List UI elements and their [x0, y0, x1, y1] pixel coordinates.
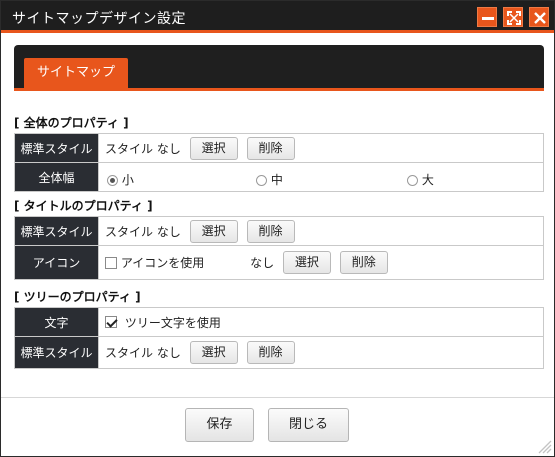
title-style-value: スタイル なし	[105, 224, 181, 239]
tree-text-checkbox[interactable]	[105, 316, 117, 328]
global-style-value: スタイル なし	[105, 141, 181, 156]
radio-small[interactable]	[107, 175, 118, 186]
tab-sitemap[interactable]: サイトマップ	[24, 58, 128, 88]
icon-use-checkbox[interactable]	[105, 256, 117, 269]
section-title-tree: [ ツリーのプロパティ ]	[14, 290, 141, 304]
tree-style-select-button[interactable]: 選択	[189, 341, 238, 364]
expand-icon	[507, 11, 521, 25]
title-style-label: 標準スタイル	[14, 216, 99, 246]
radio-medium[interactable]	[256, 175, 267, 186]
tree-text-checkbox-label: ツリー文字を使用	[124, 315, 221, 330]
global-style-select-button[interactable]: 選択	[189, 136, 238, 160]
radio-large[interactable]	[407, 175, 418, 186]
tree-style-label: 標準スタイル	[14, 336, 99, 369]
title-bar[interactable]: サイトマップデザイン設定	[1, 1, 554, 33]
tree-style-value: スタイル なし	[105, 346, 181, 360]
footer-divider	[1, 397, 554, 398]
title-style-select-button[interactable]: 選択	[189, 219, 238, 243]
resize-grip-icon[interactable]	[536, 438, 552, 454]
tree-style-delete-button[interactable]: 削除	[246, 341, 295, 364]
title-icon-select-button[interactable]: 選択	[282, 251, 331, 274]
title-icon-label: アイコン	[14, 245, 99, 280]
maximize-button[interactable]	[503, 7, 523, 27]
minimize-icon	[482, 17, 494, 20]
title-style-delete-button[interactable]: 削除	[246, 219, 295, 243]
window-title: サイトマップデザイン設定	[12, 11, 186, 27]
width-option-large[interactable]: 大	[407, 171, 434, 188]
dialog-window: サイトマップデザイン設定 サイトマップ [ 全体のプロパティ ] 標準スタイル …	[0, 0, 555, 457]
width-option-small[interactable]: 小	[107, 171, 134, 188]
close-dialog-button[interactable]: 閉じる	[268, 408, 349, 442]
tab-bar: サイトマップ	[14, 45, 544, 91]
tree-text-label: 文字	[14, 307, 99, 337]
title-icon-delete-button[interactable]: 削除	[339, 251, 388, 274]
section-title-global: [ 全体のプロパティ ]	[14, 116, 129, 130]
global-properties-table: 標準スタイル スタイル なし 選択 削除 全体幅 小 中 大	[14, 133, 544, 192]
icon-use-checkbox-label: アイコンを使用	[120, 256, 205, 270]
section-title-title: [ タイトルのプロパティ ]	[14, 199, 153, 213]
minimize-button[interactable]	[477, 7, 497, 27]
save-button[interactable]: 保存	[185, 408, 254, 442]
close-icon	[534, 12, 546, 24]
close-button[interactable]	[529, 7, 549, 27]
title-properties-table: 標準スタイル スタイル なし 選択 削除 アイコン アイコンを使用 なし 選択 …	[14, 216, 544, 280]
tree-properties-table: 文字 ツリー文字を使用 標準スタイル スタイル なし 選択 削除	[14, 307, 544, 369]
global-width-label: 全体幅	[14, 162, 99, 192]
global-style-delete-button[interactable]: 削除	[246, 136, 295, 160]
title-icon-value: なし	[250, 256, 275, 270]
width-option-medium[interactable]: 中	[256, 171, 283, 188]
global-style-label: 標準スタイル	[14, 133, 99, 163]
